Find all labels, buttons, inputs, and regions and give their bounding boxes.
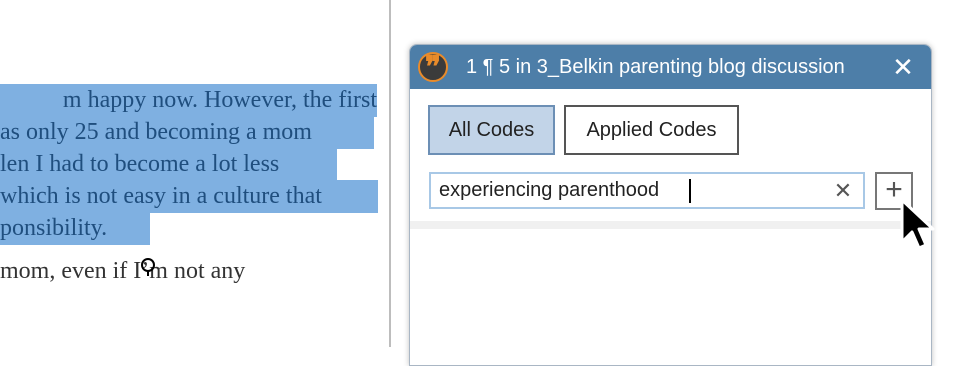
selected-text-line[interactable]: which is not easy in a culture that: [0, 180, 378, 213]
selected-text-line[interactable]: m happy now. However, the first: [0, 84, 377, 117]
text-line[interactable]: mom, even if I’m not any: [0, 255, 245, 288]
pane-divider[interactable]: [389, 0, 391, 347]
selected-text-line[interactable]: len I had to become a lot less: [0, 148, 337, 181]
code-dialog: ❞ 1 ¶ 5 in 3_Belkin parenting blog discu…: [409, 44, 932, 366]
selected-text-line[interactable]: as only 25 and becoming a mom: [0, 116, 374, 149]
selected-text-line[interactable]: ponsibility.: [0, 212, 150, 245]
quote-icon: ❞: [418, 50, 448, 85]
quote-icon-glyph: ❞: [424, 50, 442, 85]
code-search-input[interactable]: [439, 174, 829, 207]
text-cursor-icon: [141, 258, 155, 272]
tab-all-codes[interactable]: All Codes: [428, 105, 555, 155]
list-header-band: [410, 221, 931, 229]
text-caret: [689, 179, 691, 203]
code-list[interactable]: [410, 229, 931, 365]
code-search-field[interactable]: ✕: [429, 172, 865, 209]
clear-search-icon[interactable]: ✕: [829, 174, 857, 207]
document-editor[interactable]: m happy now. However, the first as only …: [0, 0, 389, 347]
close-icon[interactable]: ✕: [889, 53, 917, 81]
tab-applied-codes[interactable]: Applied Codes: [564, 105, 739, 155]
mouse-pointer-icon: [900, 198, 935, 250]
dialog-titlebar[interactable]: ❞ 1 ¶ 5 in 3_Belkin parenting blog discu…: [410, 45, 931, 89]
dialog-title: 1 ¶ 5 in 3_Belkin parenting blog discuss…: [466, 56, 845, 78]
text-cursor-stem: [147, 271, 149, 276]
